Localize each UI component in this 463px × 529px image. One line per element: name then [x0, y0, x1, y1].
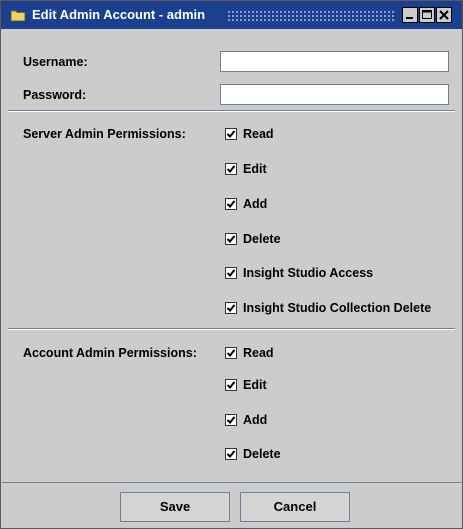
checkmark-icon [226, 304, 236, 312]
checkmark-icon [226, 416, 236, 424]
folder-icon [11, 10, 25, 21]
button-bar: Save Cancel [2, 482, 461, 528]
server-add-label[interactable]: Add [243, 197, 267, 211]
account-add-label[interactable]: Add [243, 413, 267, 427]
window-title: Edit Admin Account - admin [32, 7, 206, 22]
server-edit-checkbox[interactable] [225, 163, 237, 175]
server-delete-label[interactable]: Delete [243, 232, 281, 246]
account-edit-checkbox[interactable] [225, 379, 237, 391]
cancel-button[interactable]: Cancel [240, 492, 350, 522]
minimize-icon [406, 17, 413, 19]
save-button[interactable]: Save [120, 492, 230, 522]
account-delete-checkbox[interactable] [225, 448, 237, 460]
checkmark-icon [226, 269, 236, 277]
checkmark-icon [226, 450, 236, 458]
server-read-label[interactable]: Read [243, 127, 274, 141]
checkmark-icon [226, 349, 236, 357]
account-add-checkbox[interactable] [225, 414, 237, 426]
edit-admin-account-dialog: Edit Admin Account - admin Username: Pas… [0, 0, 463, 529]
account-read-checkbox[interactable] [225, 347, 237, 359]
maximize-button[interactable] [419, 7, 435, 23]
close-button[interactable] [436, 7, 452, 23]
server-delete-checkbox[interactable] [225, 233, 237, 245]
account-permissions-label: Account Admin Permissions: [23, 346, 197, 360]
server-read-checkbox[interactable] [225, 128, 237, 140]
title-bar-pattern [227, 10, 394, 22]
username-label: Username: [23, 55, 88, 69]
title-bar[interactable]: Edit Admin Account - admin [1, 1, 462, 29]
server-insight-access-checkbox[interactable] [225, 267, 237, 279]
password-input[interactable] [220, 84, 449, 105]
account-edit-label[interactable]: Edit [243, 378, 267, 392]
minimize-button[interactable] [402, 7, 418, 23]
checkmark-icon [226, 130, 236, 138]
server-permissions-label: Server Admin Permissions: [23, 127, 186, 141]
separator [8, 328, 455, 330]
server-add-checkbox[interactable] [225, 198, 237, 210]
maximize-icon [422, 10, 432, 19]
account-read-label[interactable]: Read [243, 346, 274, 360]
checkmark-icon [226, 381, 236, 389]
close-icon [439, 10, 449, 20]
server-edit-label[interactable]: Edit [243, 162, 267, 176]
checkmark-icon [226, 235, 236, 243]
server-insight-access-label[interactable]: Insight Studio Access [243, 266, 373, 280]
dialog-content: Username: Password: Server Admin Permiss… [2, 30, 461, 482]
server-insight-collection-delete-label[interactable]: Insight Studio Collection Delete [243, 301, 431, 315]
account-delete-label[interactable]: Delete [243, 447, 281, 461]
username-input[interactable] [220, 51, 449, 72]
server-insight-collection-delete-checkbox[interactable] [225, 302, 237, 314]
checkmark-icon [226, 200, 236, 208]
password-label: Password: [23, 88, 87, 102]
separator [8, 110, 455, 112]
checkmark-icon [226, 165, 236, 173]
